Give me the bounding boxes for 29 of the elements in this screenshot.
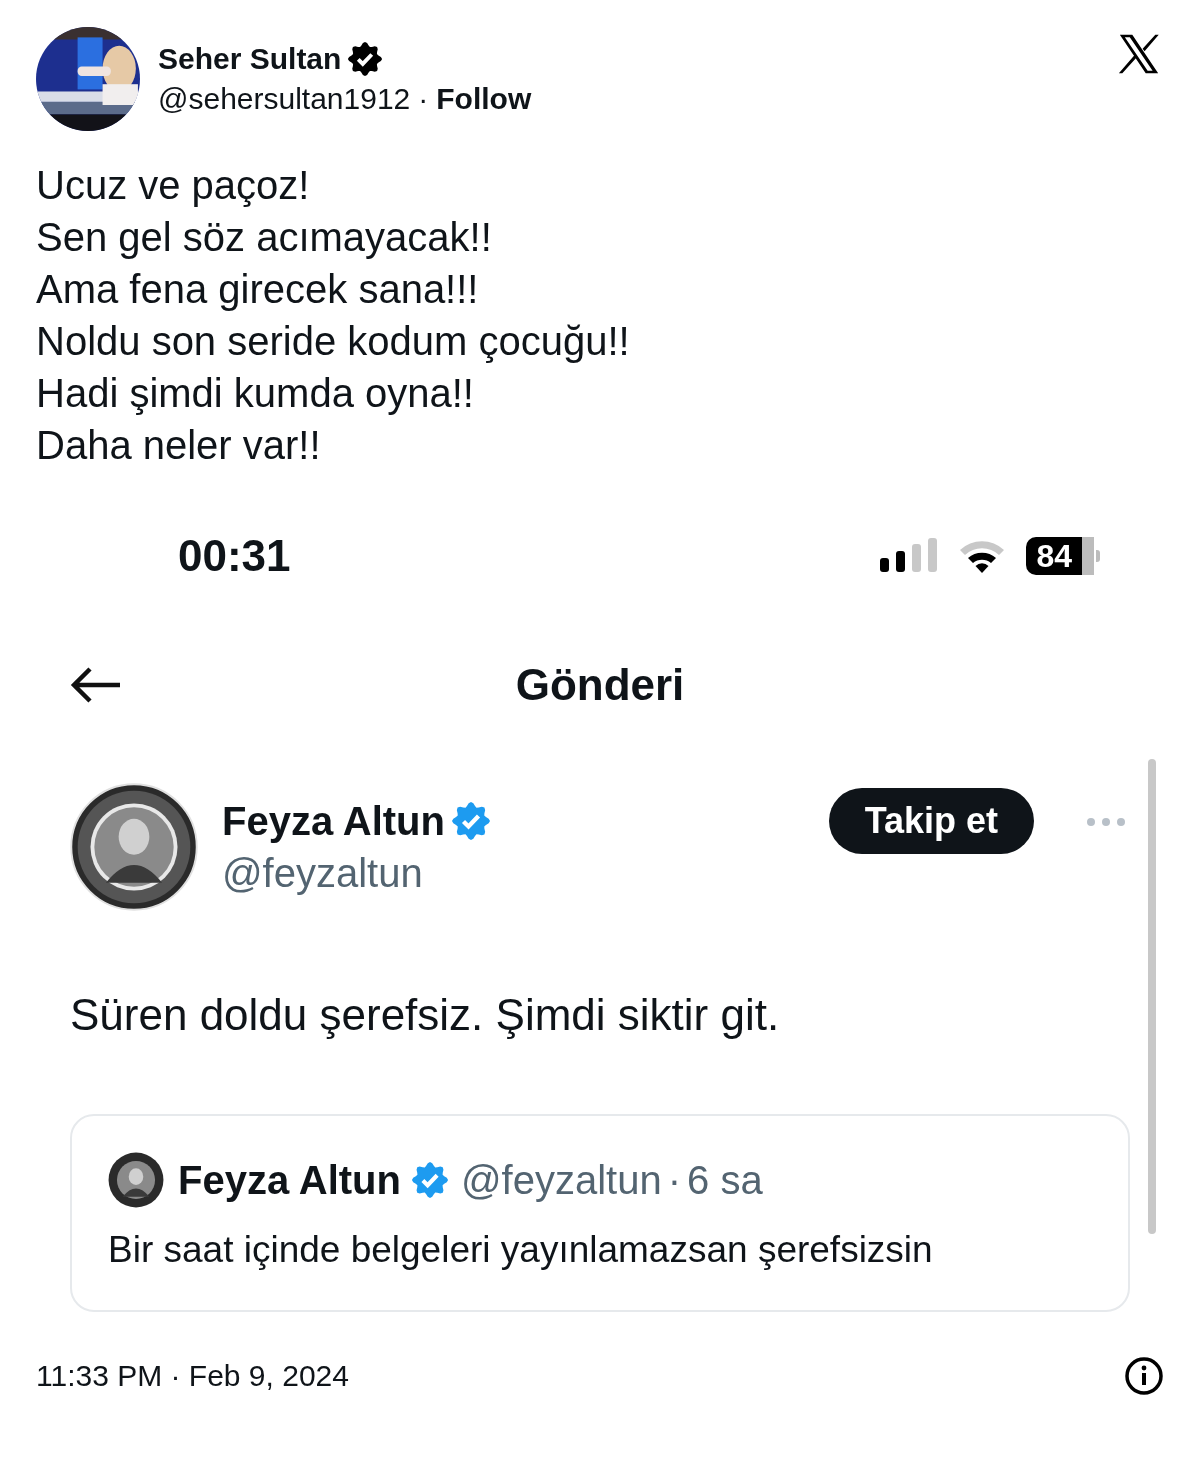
post-text: Süren doldu şerefsiz. Şimdi siktir git. [70, 989, 781, 1041]
tweet-text-line: Hadi şimdi kumda oyna!! [36, 370, 475, 417]
tweet-text-line: Ama fena girecek sana!!! [36, 266, 480, 313]
wifi-icon [958, 538, 1007, 574]
back-arrow-icon[interactable] [70, 667, 122, 703]
scrollbar[interactable] [1148, 759, 1156, 1234]
author-handle[interactable]: @feyzaltun [461, 1157, 662, 1203]
separator: · [418, 81, 429, 117]
follow-button[interactable]: Takip et [828, 788, 1034, 854]
info-icon[interactable] [1124, 1356, 1164, 1396]
post-time: 6 sa [687, 1157, 763, 1203]
quoted-post-card[interactable]: Feyza Altun @feyzaltun·6 sa Bir saat içinde belgeleri yayınlamazsan şerefsizsin [70, 1114, 1130, 1312]
author-handle[interactable]: @sehersultan1912 [158, 80, 411, 118]
author-name[interactable]: Seher Sultan [158, 40, 342, 78]
author-handle[interactable]: @feyzaltun [222, 847, 805, 899]
author-name[interactable]: Feyza Altun [222, 795, 445, 847]
battery-indicator: 84 [1026, 537, 1100, 575]
page-title: Gönderi [515, 660, 685, 710]
quoted-post-text: Bir saat içinde belgeleri yayınlamazsan şerefsizsin [108, 1228, 934, 1272]
follow-link[interactable]: Follow [436, 80, 532, 118]
tweet-text-line: Noldu son seride kodum çocuğu!! [36, 318, 631, 365]
tweet-text-line: Sen gel söz acımayacak!! [36, 214, 493, 261]
tweet-text-line: Daha neler var!! [36, 422, 322, 469]
timestamp[interactable]: 11:33 PM · Feb 9, 2024 [36, 1356, 349, 1396]
signal-icon [880, 538, 939, 574]
separator: · [667, 1157, 682, 1203]
tweet-text-line: Ucuz ve paçoz! [36, 162, 311, 209]
author-name[interactable]: Feyza Altun [178, 1157, 401, 1203]
status-time: 00:31 [178, 531, 291, 581]
